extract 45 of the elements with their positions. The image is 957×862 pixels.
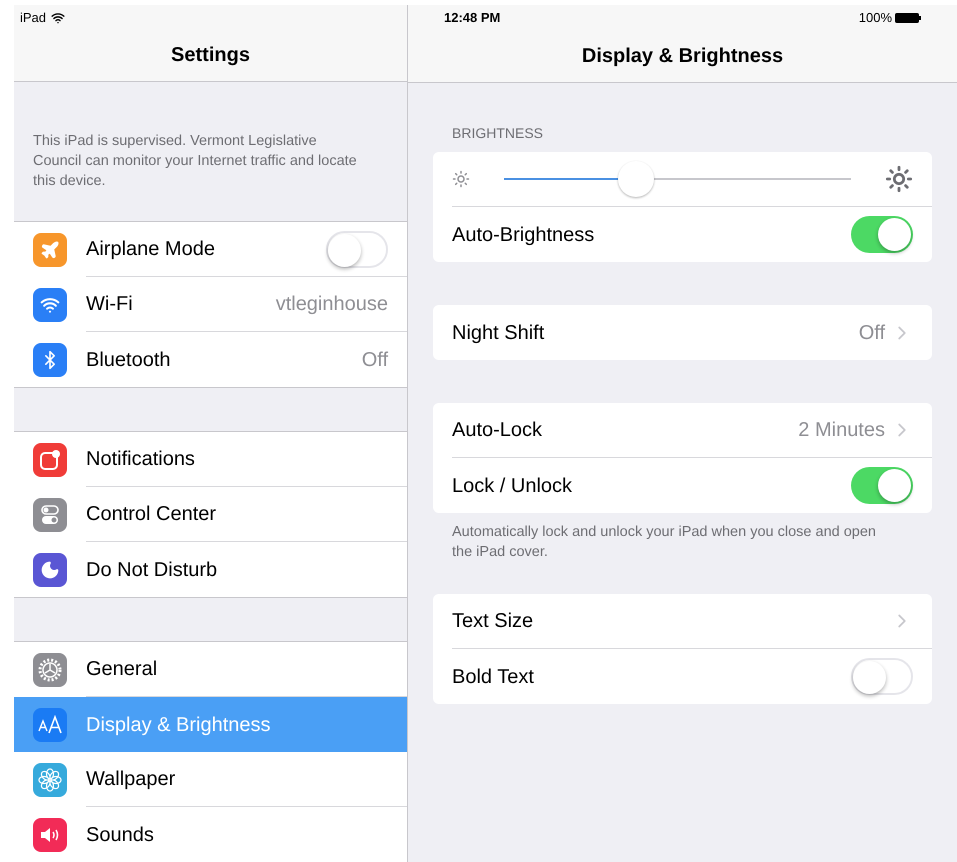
battery-icon [895,12,921,22]
wifi-signal-icon [51,10,66,24]
toggle-switch[interactable] [851,658,913,695]
section-footer: Automatically lock and unlock your iPad when you close and open the iPad cover. [433,513,932,562]
row-value: 2 Minutes [798,418,885,443]
settings-item[interactable]: Control Center [14,487,407,542]
settings-item[interactable]: Sounds [14,807,407,862]
row-label: Lock / Unlock [452,474,574,498]
item-label: General [86,657,158,682]
item-label: Wi-Fi [86,292,134,317]
row-value: Off [858,320,885,346]
settings-item[interactable]: Wi-Fi vtleginhouse [14,277,407,332]
toggle-switch[interactable] [326,230,388,268]
bright-sun-icon [885,165,913,193]
item-value: Off [362,348,388,372]
settings-item[interactable]: Bluetooth Off [14,332,407,387]
sidebar-title: Settings [171,43,250,68]
section-header: BRIGHTNESS [451,124,544,143]
settings-item[interactable]: Wallpaper [14,752,407,807]
page-title: Display & Brightness [582,44,784,69]
item-label: Bluetooth [86,348,172,372]
device-name: iPad [20,8,46,27]
item-label: Sounds [86,822,155,848]
row-label: Auto-Brightness [452,222,596,248]
item-label: Wallpaper [86,767,176,792]
row-label: Bold Text [452,664,535,690]
settings-item[interactable]: Airplane Mode [14,222,407,277]
item-label: Airplane Mode [86,237,216,262]
status-time: 12:48 PM [444,8,502,27]
dim-sun-icon [452,170,470,188]
row-label: Text Size [452,609,534,634]
row-label: Night Shift [452,320,546,346]
battery-percent: 100% [858,8,892,27]
supervision-note: This iPad is supervised. Vermont Legislative Council can monitor your Internet traffic and locate this device. [32,132,358,191]
row-label: Auto-Lock [452,418,544,443]
item-label: Control Center [86,502,218,527]
settings-item[interactable]: General [14,642,407,697]
item-value: vtleginhouse [276,292,388,317]
toggle-switch[interactable] [851,467,913,504]
item-label: Notifications [86,447,196,472]
settings-item[interactable]: Notifications [14,432,407,487]
toggle-switch[interactable] [851,216,913,253]
settings-item[interactable]: Do Not Disturb [14,542,407,597]
item-label: Do Not Disturb [86,558,218,582]
item-label: Display & Brightness [86,712,272,738]
